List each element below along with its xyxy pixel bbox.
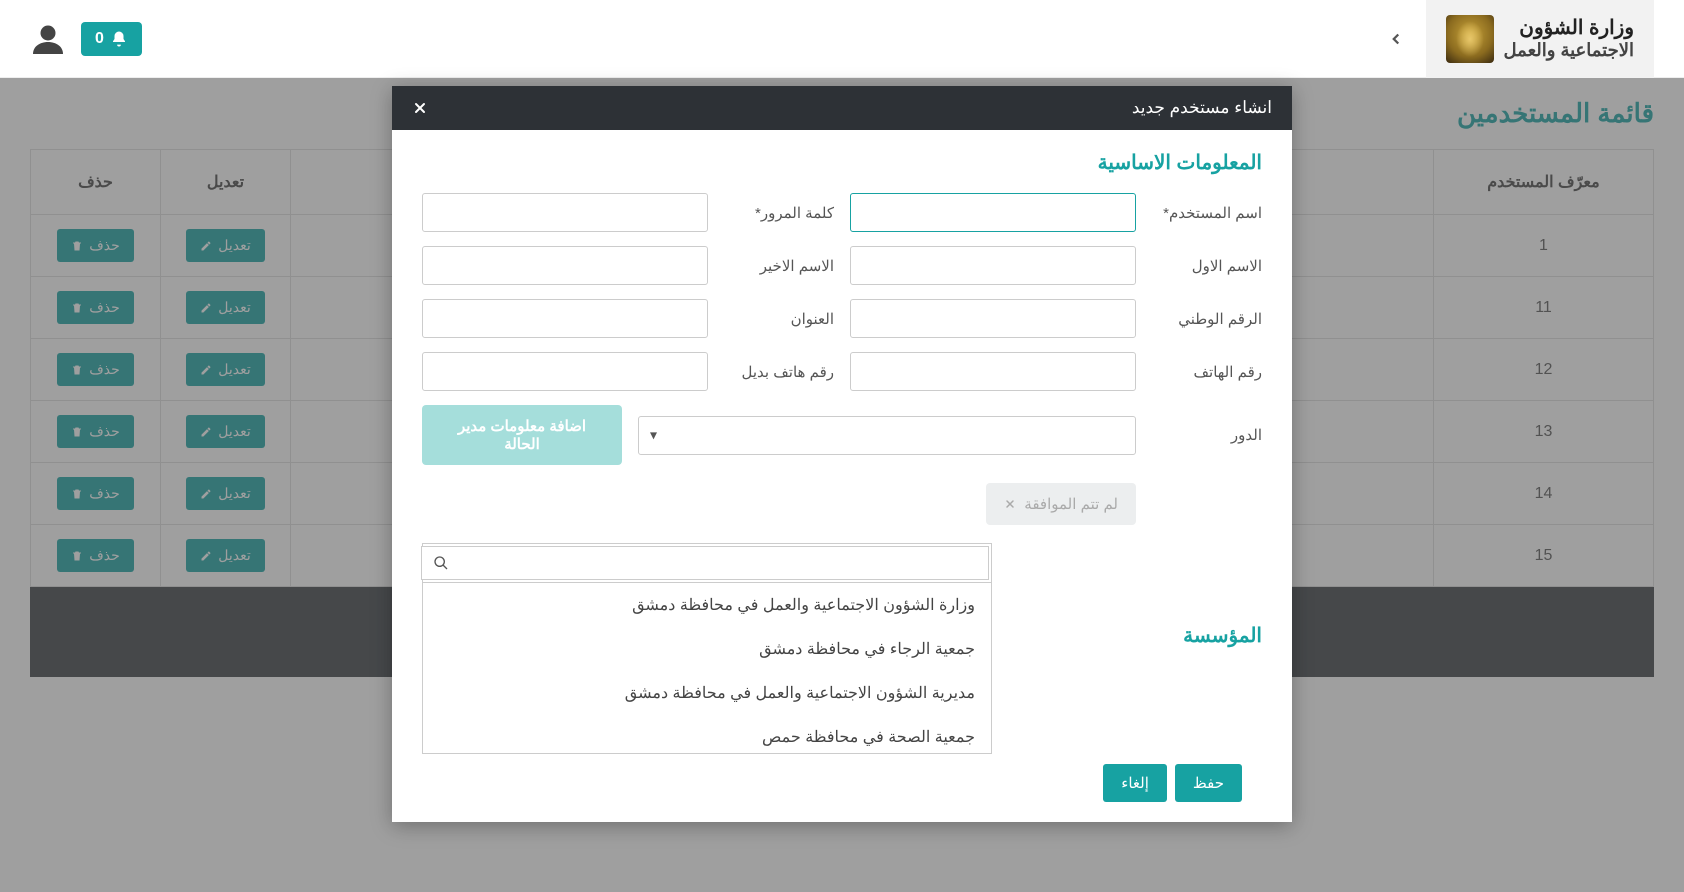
save-button[interactable]: حفظ bbox=[1175, 764, 1242, 802]
label-phone: رقم الهاتف bbox=[1152, 363, 1262, 381]
label-address: العنوان bbox=[724, 310, 834, 328]
nav-back-button[interactable] bbox=[1381, 24, 1411, 54]
close-icon bbox=[412, 100, 428, 116]
create-user-modal: انشاء مستخدم جديد المعلومات الاساسية اسم… bbox=[392, 86, 1292, 822]
logo-line-1: وزارة الشؤون bbox=[1504, 16, 1634, 40]
user-avatar-icon[interactable] bbox=[30, 21, 66, 57]
add-case-manager-button[interactable]: اضافة معلومات مدير الحالة bbox=[422, 405, 622, 465]
org-item[interactable]: وزارة الشؤون الاجتماعية والعمل في محافظة… bbox=[423, 583, 991, 627]
notif-count: 0 bbox=[95, 30, 104, 48]
input-alt-phone[interactable] bbox=[422, 352, 708, 391]
input-phone[interactable] bbox=[850, 352, 1136, 391]
organization-picker: وزارة الشؤون الاجتماعية والعمل في محافظة… bbox=[422, 543, 992, 754]
label-last-name: الاسم الاخير bbox=[724, 257, 834, 275]
label-national-id: الرقم الوطني bbox=[1152, 310, 1262, 328]
input-password[interactable] bbox=[422, 193, 708, 232]
org-item[interactable]: جمعية الرجاء في محافظة دمشق bbox=[423, 627, 991, 671]
logo-line-2: الاجتماعية والعمل bbox=[1504, 40, 1634, 62]
input-last-name[interactable] bbox=[422, 246, 708, 285]
input-first-name[interactable] bbox=[850, 246, 1136, 285]
select-role[interactable] bbox=[638, 416, 1136, 455]
org-list[interactable]: وزارة الشؤون الاجتماعية والعمل في محافظة… bbox=[423, 583, 991, 753]
eagle-emblem-icon bbox=[1446, 15, 1494, 63]
label-username: اسم المستخدم* bbox=[1152, 204, 1262, 222]
section-basic-info: المعلومات الاساسية bbox=[422, 150, 1262, 175]
x-icon bbox=[1004, 498, 1016, 510]
search-icon bbox=[433, 555, 449, 571]
topbar: وزارة الشؤون الاجتماعية والعمل 0 bbox=[0, 0, 1684, 78]
cancel-button[interactable]: إلغاء bbox=[1103, 764, 1167, 802]
chevron-left-icon bbox=[1387, 30, 1405, 48]
not-approved-label: لم تتم الموافقة bbox=[1024, 495, 1118, 513]
label-alt-phone: رقم هاتف بديل bbox=[724, 363, 834, 381]
modal-title: انشاء مستخدم جديد bbox=[1132, 98, 1272, 118]
modal-close-button[interactable] bbox=[412, 100, 428, 116]
input-national-id[interactable] bbox=[850, 299, 1136, 338]
input-username[interactable] bbox=[850, 193, 1136, 232]
label-role: الدور bbox=[1152, 426, 1262, 444]
app-logo: وزارة الشؤون الاجتماعية والعمل bbox=[1426, 0, 1654, 78]
notifications-button[interactable]: 0 bbox=[81, 22, 142, 56]
input-address[interactable] bbox=[422, 299, 708, 338]
not-approved-button[interactable]: لم تتم الموافقة bbox=[986, 483, 1136, 525]
label-organization: المؤسسة bbox=[1152, 543, 1262, 648]
modal-header: انشاء مستخدم جديد bbox=[392, 86, 1292, 130]
org-item[interactable]: مديرية الشؤون الاجتماعية والعمل في محافظ… bbox=[423, 671, 991, 715]
label-password: كلمة المرور* bbox=[724, 204, 834, 222]
org-item[interactable]: جمعية الصحة في محافظة حمص bbox=[423, 715, 991, 753]
org-search-input[interactable] bbox=[421, 546, 989, 580]
label-first-name: الاسم الاول bbox=[1152, 257, 1262, 275]
modal-overlay: انشاء مستخدم جديد المعلومات الاساسية اسم… bbox=[0, 78, 1684, 892]
bell-icon bbox=[110, 30, 128, 48]
